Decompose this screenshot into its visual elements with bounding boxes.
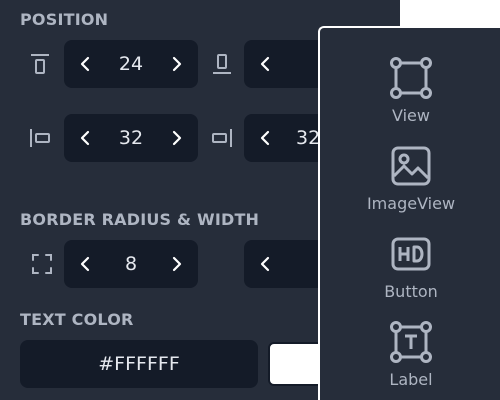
border-section-title: BORDER RADIUS & WIDTH <box>20 210 260 229</box>
increment-arrow-icon[interactable] <box>160 240 192 288</box>
component-item-view[interactable]: View <box>320 56 500 125</box>
position-left-stepper[interactable]: 32 <box>64 114 198 162</box>
text-color-hex-input[interactable]: #FFFFFF <box>20 340 258 388</box>
increment-arrow-icon[interactable] <box>160 40 192 88</box>
text-color-hex-value[interactable]: #FFFFFF <box>20 340 258 388</box>
position-left-value[interactable]: 32 <box>102 114 160 162</box>
hd-button-icon <box>389 232 433 276</box>
increment-arrow-icon[interactable] <box>160 114 192 162</box>
border-radius-stepper[interactable]: 8 <box>64 240 198 288</box>
decrement-arrow-icon[interactable] <box>250 40 282 88</box>
component-label: View <box>392 106 430 125</box>
decrement-arrow-icon[interactable] <box>250 114 282 162</box>
image-icon <box>389 144 433 188</box>
component-label: Button <box>384 282 438 301</box>
position-right-value[interactable]: 32 <box>296 114 320 162</box>
component-label: ImageView <box>366 194 456 213</box>
position-top-value[interactable]: 24 <box>102 40 160 88</box>
component-item-button[interactable]: Button <box>320 232 500 301</box>
text-color-section-title: TEXT COLOR <box>20 310 134 329</box>
align-top-icon <box>28 52 52 76</box>
component-label: Label <box>389 370 433 389</box>
decrement-arrow-icon[interactable] <box>70 40 102 88</box>
align-right-icon <box>210 126 234 150</box>
align-bottom-icon <box>210 52 234 76</box>
component-item-imageview[interactable]: ImageView <box>320 144 500 213</box>
text-label-icon <box>389 320 433 364</box>
component-item-label[interactable]: Label <box>320 320 500 389</box>
position-section-title: POSITION <box>20 10 109 29</box>
align-left-icon <box>28 126 52 150</box>
component-picker-popup: View ImageView Button Label <box>318 26 500 400</box>
view-icon <box>389 56 433 100</box>
corner-radius-icon <box>30 252 54 276</box>
position-top-stepper[interactable]: 24 <box>64 40 198 88</box>
decrement-arrow-icon[interactable] <box>250 240 282 288</box>
decrement-arrow-icon[interactable] <box>70 114 102 162</box>
border-radius-value[interactable]: 8 <box>102 240 160 288</box>
decrement-arrow-icon[interactable] <box>70 240 102 288</box>
